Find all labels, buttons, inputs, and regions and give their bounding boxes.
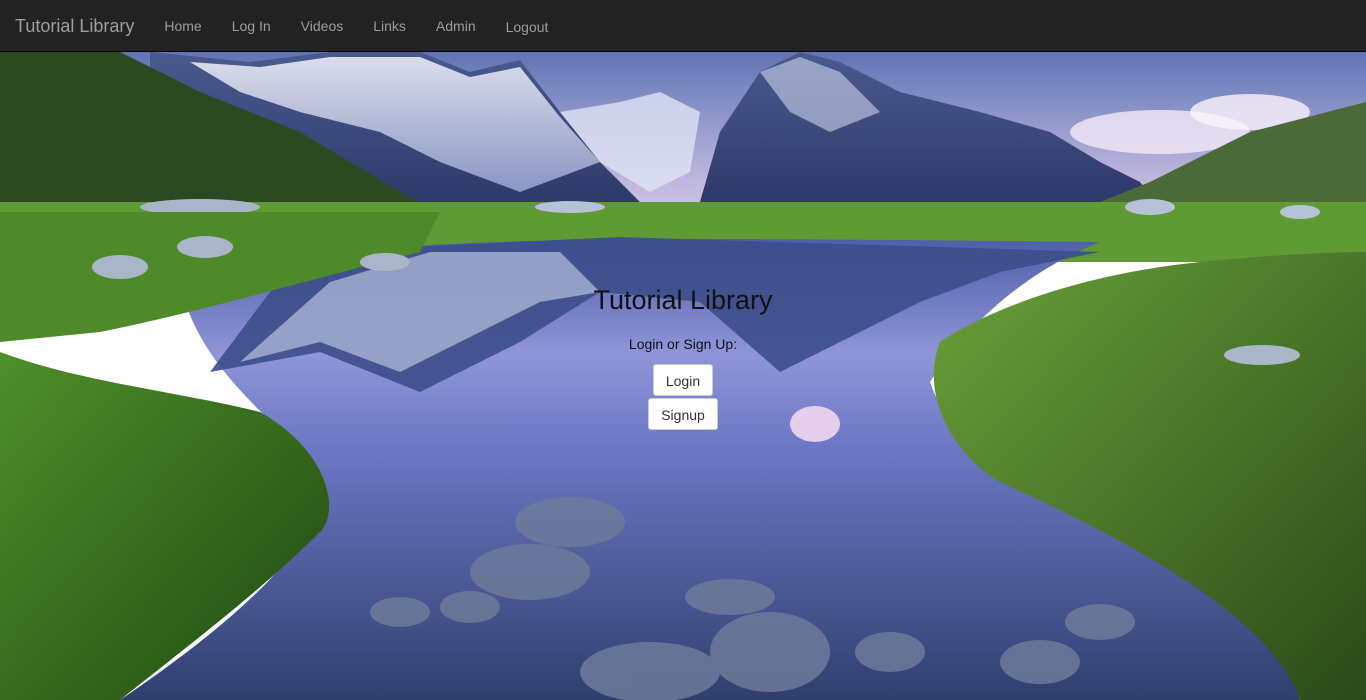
signup-button[interactable]: Signup bbox=[648, 398, 718, 430]
nav-item-admin[interactable]: Admin bbox=[421, 0, 491, 52]
nav-item-links[interactable]: Links bbox=[358, 0, 421, 52]
nav-item-login[interactable]: Log In bbox=[217, 0, 286, 52]
nav-item-videos[interactable]: Videos bbox=[286, 0, 359, 52]
nav-item-logout[interactable]: Logout bbox=[491, 1, 564, 53]
login-prompt-text: Login or Sign Up: bbox=[628, 336, 738, 352]
top-navbar: Tutorial Library Home Log In Videos Link… bbox=[0, 0, 1366, 52]
login-button[interactable]: Login bbox=[652, 364, 714, 396]
page-title: Tutorial Library bbox=[593, 285, 773, 315]
nav-item-home[interactable]: Home bbox=[149, 0, 216, 52]
brand-link[interactable]: Tutorial Library bbox=[15, 0, 134, 52]
main-panel: Tutorial Library Login or Sign Up: Login… bbox=[0, 283, 1366, 430]
